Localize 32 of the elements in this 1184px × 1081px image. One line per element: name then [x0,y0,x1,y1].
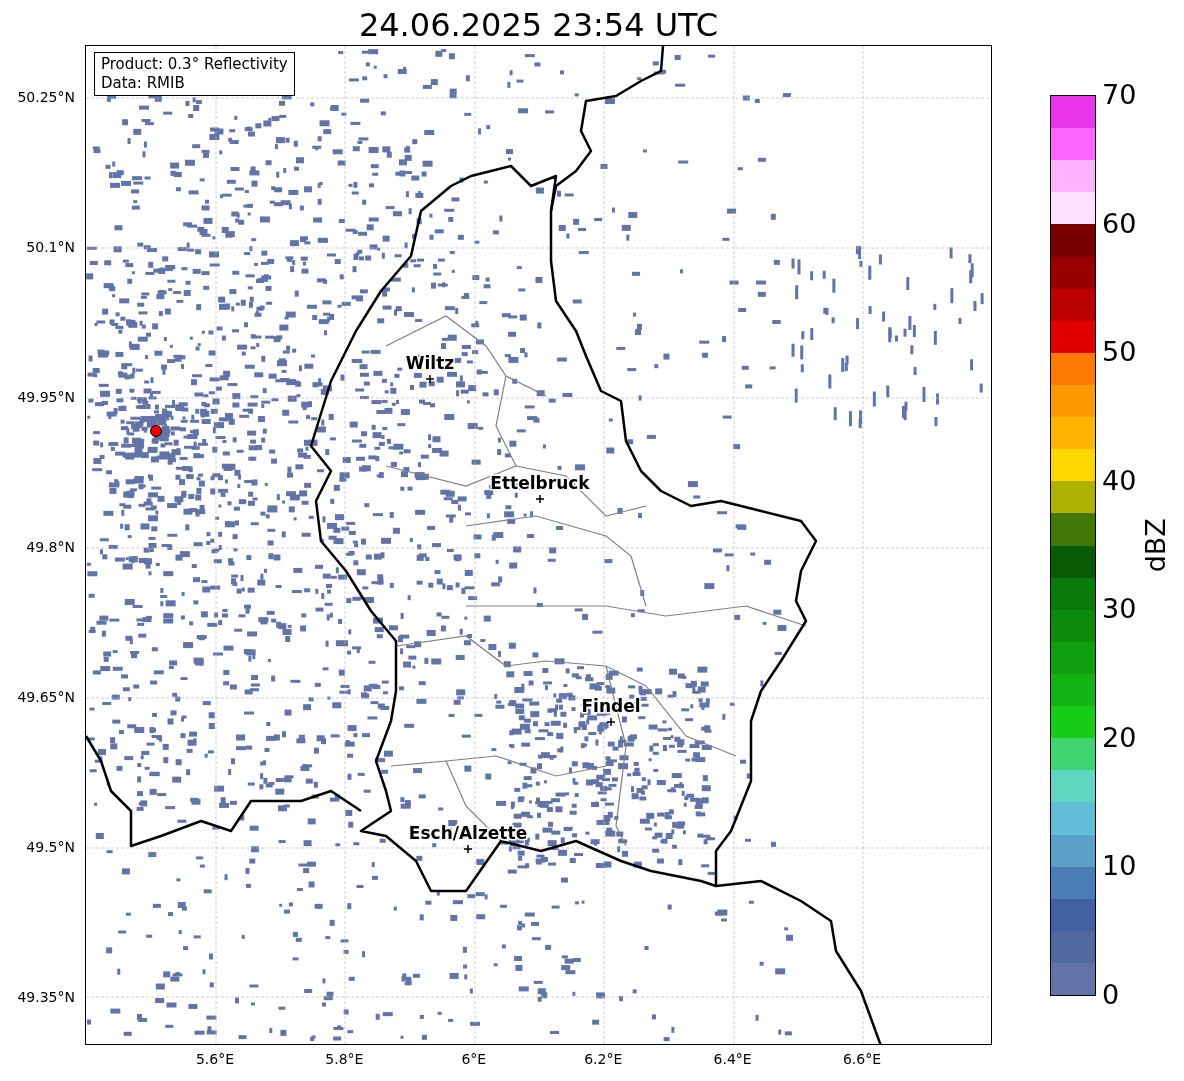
color-bar-label: dBZ [1138,518,1172,573]
plot-title: 24.06.2025 23:54 UTC [358,5,719,45]
longitude-label: 6°E [460,1051,488,1067]
info-text: Product: 0.3° Reflectivity [101,55,288,74]
color-bar-tick-label: 40 [1102,465,1137,496]
longitude-label: 6.6°E [841,1051,883,1067]
city-marker-icon [535,494,545,504]
latitude-label: 49.35°N [17,989,75,1005]
color-bar-tick-label: 50 [1102,337,1137,368]
city-marker-icon [425,374,435,384]
city-label: Esch/Alzette [408,823,528,843]
radar-site-icon [150,425,162,437]
latitude-label: 49.8°N [26,539,75,555]
latitude-label: 49.65°N [17,689,75,705]
longitude-label: 5.8°E [324,1051,365,1067]
longitude-label: 5.6°E [194,1051,236,1067]
info-text: Data: RMIB [101,74,186,93]
longitude-label: 6.4°E [712,1051,753,1067]
latitude-label: 50.1°N [26,239,75,255]
city-marker-icon [606,717,616,727]
color-bar-tick-label: 10 [1102,851,1137,882]
latitude-label: 50.25°N [17,89,75,105]
color-bar-tick-label: 70 [1102,80,1137,110]
city-marker-icon [463,844,473,854]
longitude-label: 6.2°E [583,1051,624,1067]
latitude-label: 49.5°N [26,839,75,855]
color-bar-tick-label: 0 [1102,980,1120,1010]
color-bar-tick-label: 30 [1102,594,1137,625]
latitude-label: 49.95°N [17,389,75,405]
color-bar-tick-label: 60 [1102,208,1137,239]
city-label: Ettelbruck [490,473,590,493]
color-bar-tick-label: 20 [1102,722,1137,753]
